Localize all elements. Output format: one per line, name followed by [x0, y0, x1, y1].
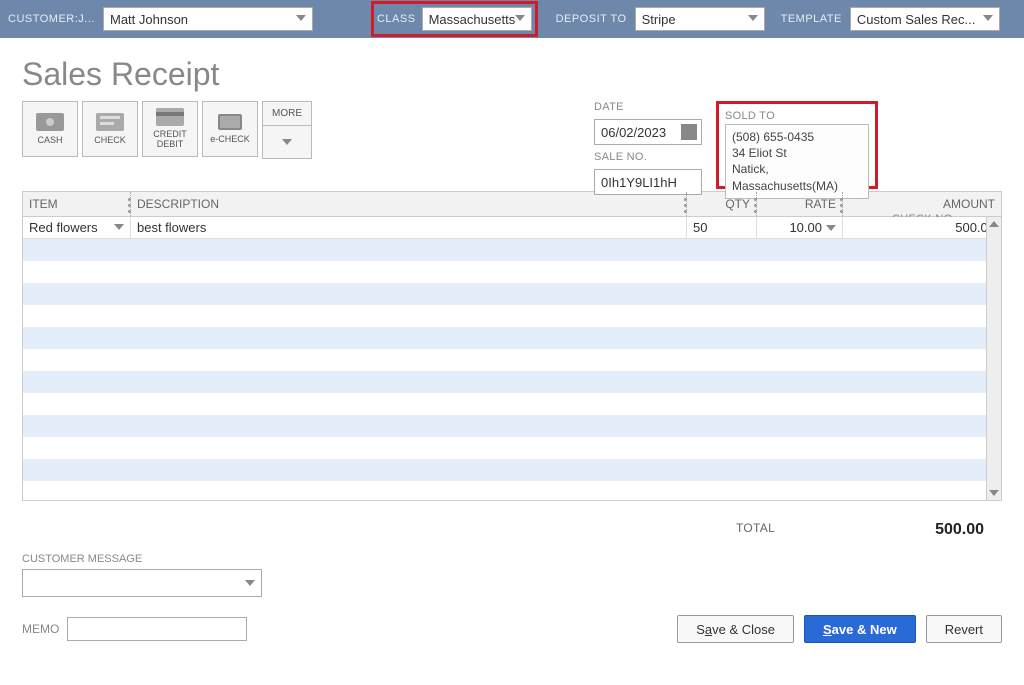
sale-no-label: SALE NO.: [594, 151, 702, 163]
template-select[interactable]: Custom Sales Rec...: [850, 7, 1000, 31]
chevron-down-icon: [245, 580, 255, 586]
table-row[interactable]: [23, 459, 1001, 481]
deposit-label: DEPOSIT TO: [556, 13, 627, 25]
class-select[interactable]: Massachusetts: [422, 7, 532, 31]
cash-label: CASH: [37, 135, 62, 145]
chevron-down-icon: [515, 15, 525, 21]
table-row[interactable]: [23, 305, 1001, 327]
sold-to-address[interactable]: (508) 655-0435 34 Eliot St Natick, Massa…: [725, 124, 869, 199]
date-label: DATE: [594, 101, 702, 113]
sold-to-label: SOLD TO: [725, 110, 869, 122]
check-label: CHECK: [94, 135, 126, 145]
class-value: Massachusetts: [429, 12, 516, 27]
table-row[interactable]: [23, 349, 1001, 371]
column-rate[interactable]: RATE: [757, 192, 843, 216]
scroll-up-icon[interactable]: [989, 221, 999, 227]
table-body[interactable]: Red flowers best flowers 50 10.00 500.00: [22, 217, 1002, 501]
item-cell[interactable]: Red flowers: [23, 217, 131, 238]
chevron-down-icon: [282, 139, 292, 145]
customer-message-select[interactable]: [22, 569, 262, 597]
template-label: TEMPLATE: [781, 13, 842, 25]
more-payment-button[interactable]: MORE: [262, 101, 312, 159]
cash-icon: [36, 113, 64, 131]
echeck-button[interactable]: e-CHECK: [202, 101, 258, 157]
deposit-select[interactable]: Stripe: [635, 7, 765, 31]
column-description[interactable]: DESCRIPTION: [131, 192, 687, 216]
check-button[interactable]: CHECK: [82, 101, 138, 157]
chevron-down-icon: [983, 15, 993, 21]
chevron-down-icon: [296, 15, 306, 21]
table-row[interactable]: [23, 327, 1001, 349]
chevron-down-icon: [826, 225, 836, 231]
echeck-icon: [218, 114, 242, 130]
table-row[interactable]: [23, 415, 1001, 437]
memo-label: MEMO: [22, 622, 59, 636]
cash-button[interactable]: CASH: [22, 101, 78, 157]
scrollbar[interactable]: [986, 217, 1001, 500]
credit-card-icon: [156, 108, 184, 126]
description-cell[interactable]: best flowers: [131, 217, 687, 238]
class-field-highlight: CLASS Massachusetts: [371, 1, 538, 37]
sold-to-highlight: SOLD TO (508) 655-0435 34 Eliot St Natic…: [716, 101, 878, 189]
page-title: Sales Receipt: [22, 56, 1024, 93]
column-amount[interactable]: AMOUNT: [843, 192, 1001, 216]
chevron-down-icon: [114, 224, 124, 230]
total-row: TOTAL 500.00: [22, 521, 984, 539]
table-row[interactable]: [23, 371, 1001, 393]
scroll-down-icon[interactable]: [989, 490, 999, 496]
table-row[interactable]: [23, 437, 1001, 459]
credit-label: CREDIT DEBIT: [153, 130, 187, 150]
customer-value: Matt Johnson: [110, 12, 188, 27]
column-qty[interactable]: QTY: [687, 192, 757, 216]
top-toolbar: CUSTOMER:J... Matt Johnson CLASS Massach…: [0, 0, 1024, 38]
date-input[interactable]: 06/02/2023: [594, 119, 702, 145]
table-row[interactable]: [23, 283, 1001, 305]
qty-cell[interactable]: 50: [687, 217, 757, 238]
chevron-down-icon: [748, 15, 758, 21]
calendar-icon[interactable]: [681, 124, 697, 140]
table-row[interactable]: [23, 393, 1001, 415]
memo-input[interactable]: [67, 617, 247, 641]
total-label: TOTAL: [736, 521, 775, 539]
table-row[interactable]: [23, 239, 1001, 261]
credit-debit-button[interactable]: CREDIT DEBIT: [142, 101, 198, 157]
table-row[interactable]: Red flowers best flowers 50 10.00 500.00: [23, 217, 1001, 239]
save-new-button[interactable]: Save & New: [804, 615, 916, 643]
date-value: 06/02/2023: [601, 125, 666, 140]
template-value: Custom Sales Rec...: [857, 12, 976, 27]
line-items-table: ITEM DESCRIPTION QTY RATE AMOUNT Red flo…: [22, 191, 1002, 501]
customer-message-label: CUSTOMER MESSAGE: [22, 553, 262, 565]
sale-no-value: 0Ih1Y9LI1hH: [601, 175, 677, 190]
deposit-value: Stripe: [642, 12, 676, 27]
total-value: 500.00: [935, 521, 984, 539]
column-item[interactable]: ITEM: [23, 192, 131, 216]
table-header: ITEM DESCRIPTION QTY RATE AMOUNT: [22, 191, 1002, 217]
save-close-button[interactable]: Save & Close: [677, 615, 794, 643]
echeck-label: e-CHECK: [210, 134, 250, 144]
rate-cell[interactable]: 10.00: [757, 217, 843, 238]
customer-select[interactable]: Matt Johnson: [103, 7, 313, 31]
class-label: CLASS: [377, 13, 416, 25]
amount-cell[interactable]: 500.00: [843, 217, 1001, 238]
revert-button[interactable]: Revert: [926, 615, 1002, 643]
customer-label: CUSTOMER:J...: [8, 13, 95, 25]
more-label: MORE: [272, 108, 302, 119]
table-row[interactable]: [23, 261, 1001, 283]
check-icon: [96, 113, 124, 131]
